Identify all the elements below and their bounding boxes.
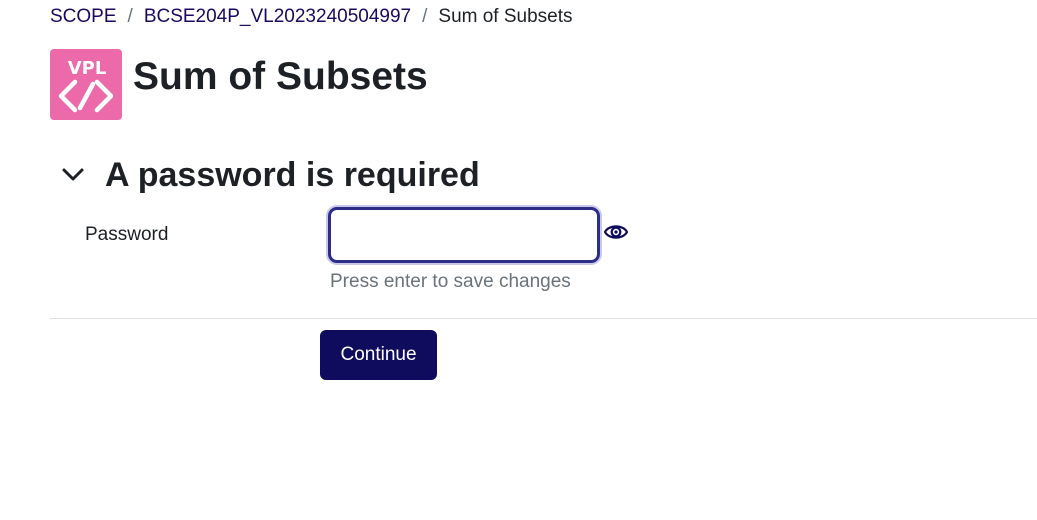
password-input[interactable] — [328, 207, 600, 263]
breadcrumb: SCOPE / BCSE204P_VL2023240504997 / Sum o… — [50, 6, 573, 28]
breadcrumb-item-course[interactable]: BCSE204P_VL2023240504997 — [144, 6, 411, 28]
breadcrumb-separator: / — [127, 6, 133, 27]
page-title: Sum of Subsets — [133, 55, 428, 98]
vpl-code-icon: VPL — [50, 49, 122, 120]
breadcrumb-item-current: Sum of Subsets — [438, 6, 573, 27]
vpl-icon-text: VPL — [68, 58, 107, 79]
eye-icon[interactable] — [603, 220, 629, 244]
chevron-down-icon[interactable] — [58, 160, 88, 190]
breadcrumb-item-scope[interactable]: SCOPE — [50, 6, 117, 28]
form-divider — [50, 318, 1037, 319]
page: SCOPE / BCSE204P_VL2023240504997 / Sum o… — [0, 0, 1037, 520]
breadcrumb-separator: / — [422, 6, 428, 27]
section-heading: A password is required — [105, 156, 480, 194]
continue-button[interactable]: Continue — [320, 330, 437, 380]
password-label: Password — [85, 224, 169, 245]
password-hint: Press enter to save changes — [330, 271, 571, 292]
